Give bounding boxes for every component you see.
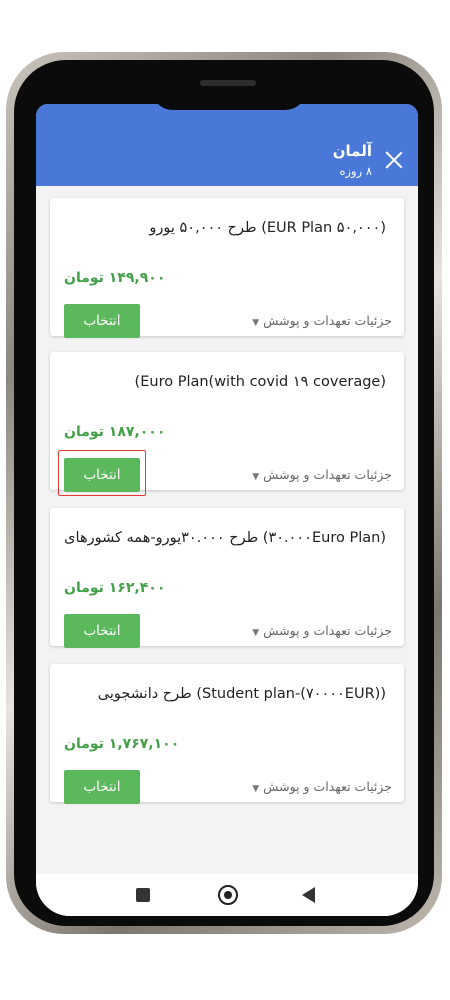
circle-icon[interactable] [218,885,238,905]
phone-notch [151,66,307,110]
details-label: جزئیات تعهدات و پوشش [263,467,392,482]
plan-title: (۳۰.۰۰۰Euro Plan) طرح ۳۰.۰۰۰یورو-همه کشو… [60,530,386,546]
caret-down-icon: ▼ [252,472,260,482]
app-header: آلمان ۸ روزه [36,104,418,186]
details-toggle[interactable]: جزئیات تعهدات و پوشش▼ [252,779,392,794]
duration-subtitle: ۸ روزه [339,164,372,178]
square-icon[interactable] [136,888,150,902]
details-label: جزئیات تعهدات و پوشش [263,313,392,328]
app-screen: آلمان ۸ روزه (EUR Plan ۵۰,۰۰۰) طرح ۵۰,۰۰… [36,104,418,916]
plan-title: (EUR Plan ۵۰,۰۰۰) طرح ۵۰,۰۰۰ یورو [149,220,386,236]
country-title: آلمان [332,142,372,160]
plan-card: Euro Plan(with covid ۱۹ coverage)) ۱۸۷,۰… [50,352,404,496]
close-icon[interactable] [384,150,404,170]
select-button[interactable]: انتخاب [64,614,140,648]
android-nav-bar [36,874,418,916]
details-toggle[interactable]: جزئیات تعهدات و پوشش▼ [252,467,392,482]
plan-card: (EUR Plan ۵۰,۰۰۰) طرح ۵۰,۰۰۰ یورو ۱۴۹,۹۰… [50,198,404,338]
select-button[interactable]: انتخاب [64,458,140,492]
caret-down-icon: ▼ [252,784,260,794]
plan-price: ۱۸۷,۰۰۰ تومان [64,424,166,440]
plan-title: (Student plan-(۷۰۰۰۰EUR)) طرح دانشجویی [97,686,386,702]
details-label: جزئیات تعهدات و پوشش [263,623,392,638]
plans-list[interactable]: (EUR Plan ۵۰,۰۰۰) طرح ۵۰,۰۰۰ یورو ۱۴۹,۹۰… [36,186,418,876]
plan-price: ۱,۷۶۷,۱۰۰ تومان [64,736,180,752]
details-toggle[interactable]: جزئیات تعهدات و پوشش▼ [252,623,392,638]
select-button[interactable]: انتخاب [64,770,140,804]
phone-speaker [200,80,256,86]
plan-price: ۱۶۲,۴۰۰ تومان [64,580,166,596]
details-toggle[interactable]: جزئیات تعهدات و پوشش▼ [252,313,392,328]
plan-title: Euro Plan(with covid ۱۹ coverage)) [134,374,386,390]
caret-down-icon: ▼ [252,318,260,328]
select-button[interactable]: انتخاب [64,304,140,338]
plan-card: (Student plan-(۷۰۰۰۰EUR)) طرح دانشجویی ۱… [50,664,404,804]
plan-card: (۳۰.۰۰۰Euro Plan) طرح ۳۰.۰۰۰یورو-همه کشو… [50,508,404,648]
plan-price: ۱۴۹,۹۰۰ تومان [64,270,166,286]
caret-down-icon: ▼ [252,628,260,638]
details-label: جزئیات تعهدات و پوشش [263,779,392,794]
triangle-back-icon[interactable] [302,887,315,903]
